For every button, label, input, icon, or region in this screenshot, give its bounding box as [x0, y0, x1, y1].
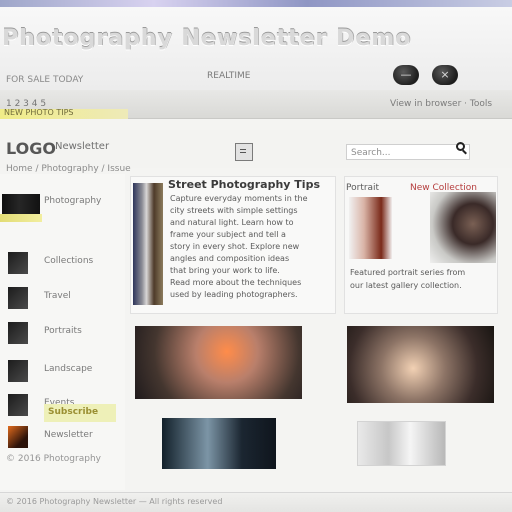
portrait-caption: Featured portrait series from our latest… — [350, 266, 495, 292]
minimize-icon: — — [400, 68, 412, 81]
footer-text: © 2016 Photography Newsletter — All righ… — [6, 497, 223, 506]
search-icon[interactable] — [456, 142, 465, 151]
toolbar-right-links[interactable]: View in browser · Tools — [390, 99, 492, 109]
portrait-caption-line: Featured portrait series from — [350, 268, 466, 277]
sidebar-thumb — [8, 360, 28, 382]
sidebar-item-travel[interactable]: Travel — [0, 279, 112, 313]
minimize-button[interactable]: — — [393, 65, 419, 85]
media-light-scene[interactable] — [357, 421, 446, 466]
media-orange-scene[interactable] — [135, 326, 302, 399]
sidebar-thumb — [8, 322, 28, 344]
nav-menu-newsletter[interactable]: Newsletter — [55, 141, 109, 152]
header-small-left-text: FOR SALE TODAY — [6, 75, 84, 85]
article-heading[interactable]: Street Photography Tips — [168, 178, 322, 191]
breadcrumb: Home / Photography / Issue — [6, 164, 131, 174]
article-line: city streets with simple settings — [170, 206, 298, 215]
sidebar-thumb — [8, 252, 28, 274]
portrait-caption-line: our latest gallery collection. — [350, 281, 462, 290]
article-line: frame your subject and tell a — [170, 230, 286, 239]
sidebar-item-label: Portraits — [44, 326, 82, 336]
header-small-mid-text: REALTIME — [207, 71, 251, 81]
sidebar-item-collections[interactable]: Collections — [0, 244, 112, 278]
sidebar-item-label: Collections — [44, 256, 94, 266]
close-icon: × — [440, 68, 450, 81]
toolbar-yellow-label: NEW PHOTO TIPS — [4, 108, 74, 117]
sidebar-thumb — [8, 394, 28, 416]
sidebar-item-landscape[interactable]: Landscape — [0, 352, 112, 386]
close-button[interactable]: × — [432, 65, 458, 85]
menu-icon[interactable] — [235, 143, 253, 161]
article-line: Capture everyday moments in the — [170, 194, 308, 203]
article-body: Capture everyday moments in the city str… — [170, 193, 320, 301]
header: Photography Newsletter Demo FOR SALE TOD… — [0, 7, 512, 91]
article-line: and natural light. Learn how to — [170, 218, 294, 227]
logo[interactable]: LOGO — [6, 139, 56, 158]
window-top-strip — [0, 0, 512, 7]
sidebar-thumb — [8, 287, 28, 309]
sidebar-subscribe-label[interactable]: Subscribe — [48, 407, 98, 417]
sidebar-accent-bar — [0, 214, 42, 222]
sidebar-item-label: Photography — [44, 196, 102, 206]
app-title: Photography Newsletter Demo — [2, 26, 412, 51]
sidebar-footer: © 2016 Photography — [6, 454, 101, 464]
article-line: that bring your work to life. — [170, 266, 280, 275]
article-image[interactable] — [133, 183, 163, 305]
sidebar-item-portraits[interactable]: Portraits — [0, 314, 112, 348]
article-line: story in every shot. Explore new — [170, 242, 300, 251]
search-input[interactable]: Search... — [346, 144, 470, 160]
article-line: angles and composition ideas — [170, 254, 290, 263]
media-portrait-group[interactable] — [347, 326, 494, 403]
sidebar-item-label: Newsletter — [44, 430, 93, 440]
sidebar-item-newsletter[interactable]: Newsletter — [0, 418, 112, 452]
article-line: Read more about the techniques — [170, 278, 302, 287]
sidebar-thumb — [8, 426, 28, 448]
sidebar-item-label: Travel — [44, 291, 71, 301]
portrait-photo-2[interactable] — [430, 192, 496, 263]
sidebar-item-label: Landscape — [44, 364, 93, 374]
portrait-photo-1[interactable] — [349, 197, 392, 259]
media-blue-scene[interactable] — [162, 418, 276, 469]
app-window: Photography Newsletter Demo FOR SALE TOD… — [0, 0, 512, 512]
article-line: used by leading photographers. — [170, 290, 298, 299]
